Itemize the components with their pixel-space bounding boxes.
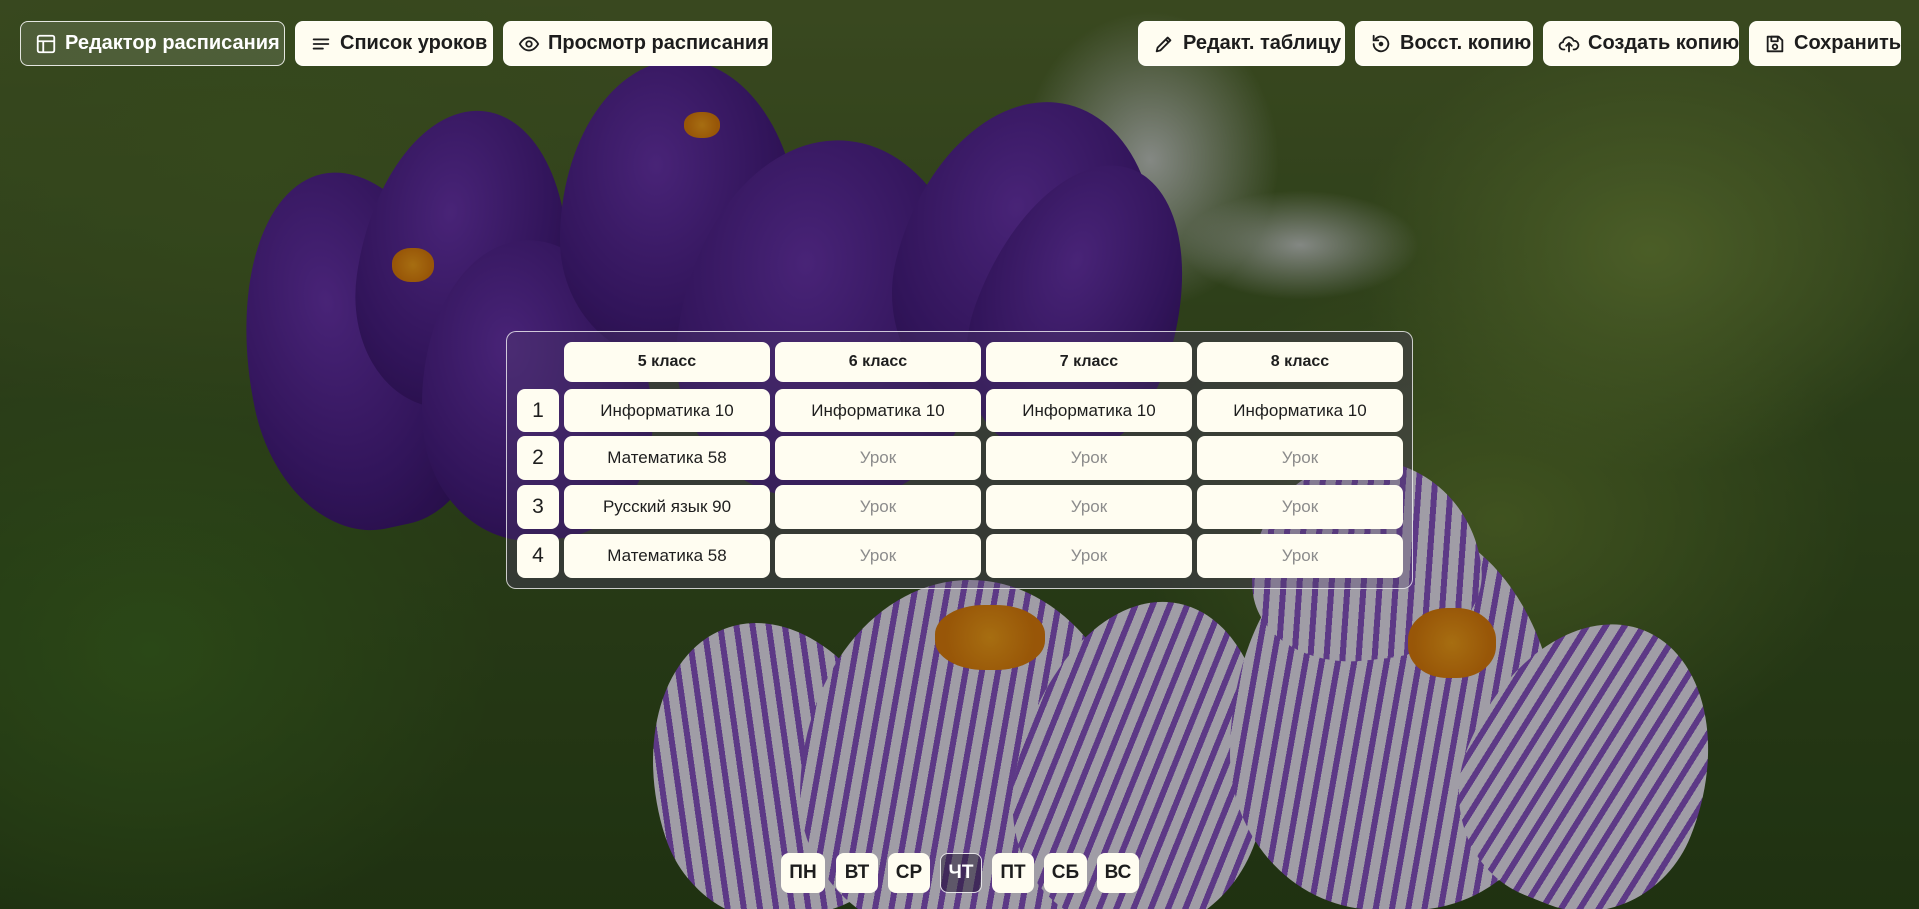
- nav-view-label: Просмотр расписания: [548, 32, 769, 54]
- nav-lessons-button[interactable]: Список уроков: [295, 21, 493, 66]
- lesson-cell-placeholder[interactable]: Урок: [775, 485, 981, 529]
- lesson-cell[interactable]: Математика 58: [564, 436, 770, 480]
- restore-copy-button[interactable]: Восст. копию: [1355, 21, 1533, 66]
- day-button-tue[interactable]: ВТ: [836, 853, 878, 893]
- day-button-sun[interactable]: ВС: [1097, 853, 1139, 893]
- lesson-cell[interactable]: Информатика 10: [775, 389, 981, 432]
- class-header-6[interactable]: 6 класс: [775, 342, 981, 382]
- day-button-wed[interactable]: СР: [888, 853, 930, 893]
- lesson-number: 1: [517, 389, 559, 432]
- create-copy-button[interactable]: Создать копию: [1543, 21, 1739, 66]
- cloud-upload-icon: [1558, 33, 1580, 55]
- lesson-number: 2: [517, 436, 559, 480]
- lesson-cell[interactable]: Информатика 10: [986, 389, 1192, 432]
- nav-lessons-label: Список уроков: [340, 32, 488, 54]
- eye-icon: [518, 33, 540, 55]
- lesson-cell[interactable]: Информатика 10: [564, 389, 770, 432]
- edit-table-button[interactable]: Редакт. таблицу: [1138, 21, 1345, 66]
- nav-view-button[interactable]: Просмотр расписания: [503, 21, 772, 66]
- class-header-7[interactable]: 7 класс: [986, 342, 1192, 382]
- nav-editor-button[interactable]: Редактор расписания: [20, 21, 285, 66]
- create-copy-label: Создать копию: [1588, 32, 1740, 54]
- lesson-cell[interactable]: Русский язык 90: [564, 485, 770, 529]
- pencil-icon: [1153, 33, 1175, 55]
- lesson-number: 3: [517, 485, 559, 529]
- day-button-thu[interactable]: ЧТ: [940, 853, 982, 893]
- lesson-cell[interactable]: Информатика 10: [1197, 389, 1403, 432]
- day-button-mon[interactable]: ПН: [781, 853, 825, 893]
- layout-table-icon: [35, 33, 57, 55]
- nav-editor-label: Редактор расписания: [65, 32, 280, 54]
- lesson-number: 4: [517, 534, 559, 578]
- lesson-cell-placeholder[interactable]: Урок: [775, 534, 981, 578]
- lesson-cell-placeholder[interactable]: Урок: [1197, 485, 1403, 529]
- restore-icon: [1370, 33, 1392, 55]
- lesson-cell-placeholder[interactable]: Урок: [986, 534, 1192, 578]
- list-icon: [310, 33, 332, 55]
- class-header-8[interactable]: 8 класс: [1197, 342, 1403, 382]
- edit-table-label: Редакт. таблицу: [1183, 32, 1342, 54]
- restore-copy-label: Восст. копию: [1400, 32, 1532, 54]
- day-button-fri[interactable]: ПТ: [992, 853, 1034, 893]
- lesson-cell-placeholder[interactable]: Урок: [986, 436, 1192, 480]
- class-header-5[interactable]: 5 класс: [564, 342, 770, 382]
- lesson-cell-placeholder[interactable]: Урок: [1197, 534, 1403, 578]
- lesson-cell-placeholder[interactable]: Урок: [1197, 436, 1403, 480]
- lesson-cell-placeholder[interactable]: Урок: [986, 485, 1192, 529]
- day-button-sat[interactable]: СБ: [1044, 853, 1087, 893]
- lesson-cell[interactable]: Математика 58: [564, 534, 770, 578]
- lesson-cell-placeholder[interactable]: Урок: [775, 436, 981, 480]
- save-button[interactable]: Сохранить: [1749, 21, 1901, 66]
- floppy-disk-icon: [1764, 33, 1786, 55]
- save-label: Сохранить: [1794, 32, 1902, 54]
